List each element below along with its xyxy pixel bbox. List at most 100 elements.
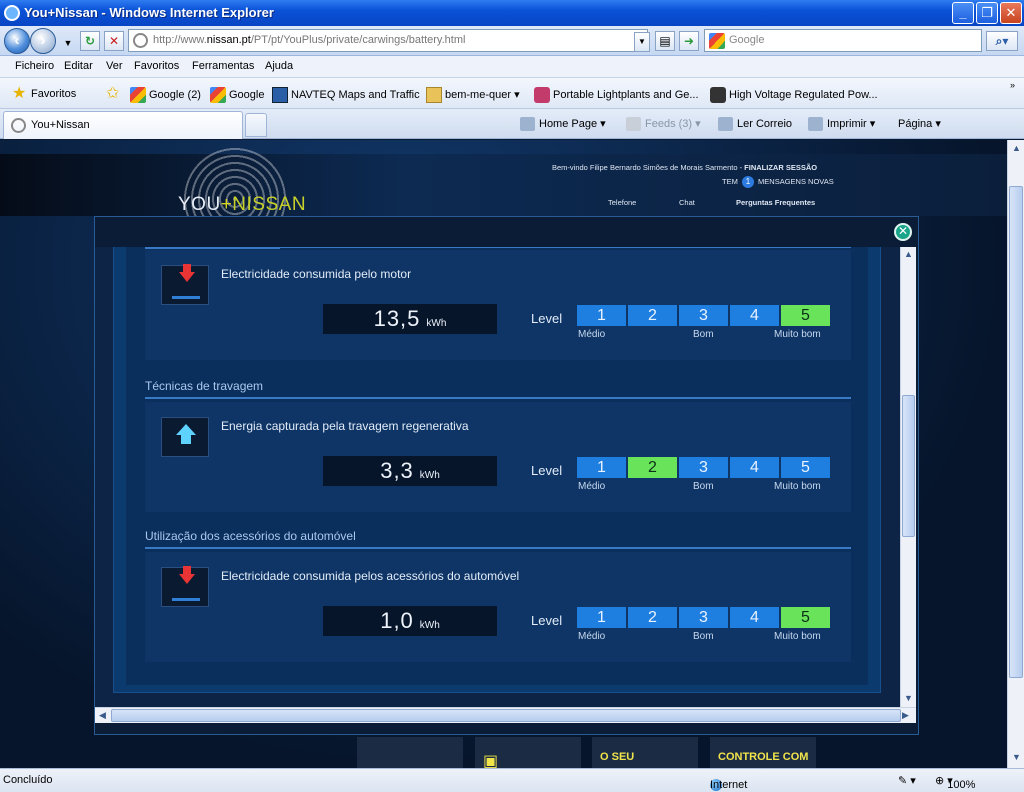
- favbar-overflow-icon[interactable]: »: [1010, 80, 1015, 90]
- tab-you-nissan[interactable]: You+Nissan: [3, 111, 243, 139]
- messages-text[interactable]: TEM 1 MENSAGENS NOVAS: [722, 176, 834, 188]
- scale-medio: Médio: [578, 329, 606, 340]
- home-icon: [520, 117, 535, 132]
- search-input[interactable]: Google: [704, 29, 982, 52]
- logout-link[interactable]: FINALIZAR SESSÃO: [744, 163, 817, 172]
- modal-close-button[interactable]: ✕: [894, 223, 912, 241]
- level-label: Level: [531, 463, 563, 478]
- level-label: Level: [531, 311, 563, 326]
- minimize-button[interactable]: _: [952, 2, 974, 24]
- menu-tools[interactable]: Ferramentas: [192, 60, 254, 72]
- card-value: 3,3 kWh: [323, 456, 497, 486]
- section-line: [145, 247, 280, 249]
- address-dropdown-icon[interactable]: ▼: [634, 32, 650, 52]
- stop-button[interactable]: ✕: [104, 31, 124, 51]
- fav-google-2[interactable]: Google (2): [130, 87, 201, 103]
- forward-button[interactable]: ›: [30, 28, 56, 54]
- scroll-right-icon[interactable]: ▶: [902, 710, 909, 721]
- scroll-up-icon[interactable]: ▲: [1012, 143, 1021, 153]
- section-title: Técnicas de travagem: [145, 379, 264, 393]
- mail-button[interactable]: Ler Correio: [718, 117, 792, 131]
- scale-medio: Médio: [578, 481, 606, 492]
- page-icon: [11, 118, 26, 133]
- scroll-up-icon[interactable]: ▲: [904, 249, 913, 259]
- url-prefix: http://www.: [153, 34, 207, 46]
- menu-file[interactable]: Ficheiro: [15, 60, 54, 72]
- card-value: 13,5 kWh: [323, 304, 497, 334]
- page-content: YOU+NISSAN Bem-vindo Filipe Bernardo Sim…: [0, 140, 1007, 768]
- promo-tile-4[interactable]: CONTROLE COM: [710, 737, 816, 768]
- level-2: 2: [628, 457, 677, 478]
- fav-navteq[interactable]: NAVTEQ Maps and Traffic: [272, 87, 420, 103]
- page-vertical-scrollbar[interactable]: ▲ ▼: [1007, 140, 1024, 768]
- fav-bem-me-quer[interactable]: bem-me-quer ▾: [426, 87, 520, 103]
- feeds-label: Feeds (3): [645, 118, 693, 130]
- fav-google[interactable]: Google: [210, 87, 264, 103]
- link-faq[interactable]: Perguntas Frequentes: [736, 198, 815, 207]
- search-button[interactable]: ⌕▾: [986, 31, 1018, 51]
- welcome-text: Bem-vindo Filipe Bernardo Simões de Mora…: [552, 163, 817, 172]
- add-star-icon: ✩: [106, 85, 120, 102]
- card-regen: Energia capturada pela travagem regenera…: [145, 402, 851, 512]
- menu-edit[interactable]: Editar: [64, 60, 93, 72]
- page-icon: [133, 33, 148, 48]
- new-tab-button[interactable]: [245, 113, 267, 137]
- level-3: 3: [679, 607, 728, 628]
- section-line: [145, 547, 851, 549]
- print-button[interactable]: Imprimir ▾: [808, 117, 875, 132]
- scroll-down-icon[interactable]: ▼: [904, 693, 913, 703]
- welcome-label: Bem-vindo Filipe Bernardo Simões de Mora…: [552, 163, 743, 172]
- navteq-icon: [272, 87, 288, 103]
- menu-favorites[interactable]: Favoritos: [134, 60, 179, 72]
- scale-muito-bom: Muito bom: [774, 631, 821, 642]
- modal-horizontal-scrollbar[interactable]: ◀ ▶: [95, 707, 916, 723]
- scroll-thumb[interactable]: [111, 709, 901, 722]
- feeds-button[interactable]: Feeds (3) ▾: [626, 117, 701, 132]
- mail-label: Ler Correio: [737, 117, 793, 130]
- menu-view[interactable]: Ver: [106, 60, 123, 72]
- window-title: You+Nissan - Windows Internet Explorer: [24, 5, 274, 20]
- promo-tile-3[interactable]: O SEU: [592, 737, 698, 768]
- scale-bom: Bom: [693, 631, 714, 642]
- scroll-left-icon[interactable]: ◀: [99, 710, 106, 721]
- go-button[interactable]: ➜: [679, 31, 699, 51]
- title-bar: You+Nissan - Windows Internet Explorer _…: [0, 0, 1024, 26]
- address-input[interactable]: http://www.nissan.pt/PT/pt/YouPlus/priva…: [128, 29, 648, 52]
- home-button[interactable]: Home Page ▾: [520, 117, 606, 132]
- promo-tile-1[interactable]: [357, 737, 463, 768]
- menu-help[interactable]: Ajuda: [265, 60, 293, 72]
- fav-label: Portable Lightplants and Ge...: [553, 88, 699, 101]
- favorites-button[interactable]: ★ Favoritos: [12, 86, 76, 102]
- protected-mode-icon[interactable]: ✎ ▾: [898, 774, 916, 787]
- compat-view-button[interactable]: ▤: [655, 31, 675, 51]
- scroll-down-icon[interactable]: ▼: [1012, 752, 1021, 762]
- link-telefone[interactable]: Telefone: [608, 198, 636, 207]
- site-icon: [534, 87, 550, 103]
- card-label: Electricidade consumida pelos acessórios…: [221, 569, 520, 583]
- level-2: 2: [628, 607, 677, 628]
- tab-label: You+Nissan: [31, 119, 90, 131]
- fav-lightplants[interactable]: Portable Lightplants and Ge...: [534, 87, 699, 103]
- tv-icon: ▣: [483, 753, 499, 768]
- zoom-control[interactable]: ⊕ 100% ▾: [935, 774, 975, 791]
- page-menu-button[interactable]: Página ▾: [898, 117, 941, 130]
- scroll-thumb[interactable]: [1009, 186, 1023, 678]
- status-bar: Concluído Internet ✎ ▾ ⊕ 100% ▾: [0, 768, 1024, 792]
- fav-label: Google: [229, 88, 265, 101]
- maximize-button[interactable]: ❐: [976, 2, 998, 24]
- scale-bom: Bom: [693, 329, 714, 340]
- close-button[interactable]: ✕: [1000, 2, 1022, 24]
- refresh-button[interactable]: ↻: [80, 31, 100, 51]
- modal-vertical-scrollbar[interactable]: ▲ ▼: [900, 247, 916, 707]
- back-button[interactable]: ‹: [4, 28, 30, 54]
- add-favorite-button[interactable]: ✩: [106, 86, 125, 102]
- status-text: Concluído: [3, 774, 53, 786]
- history-dropdown-icon[interactable]: ▼: [58, 34, 78, 54]
- scroll-thumb[interactable]: [902, 395, 915, 537]
- level-1: 1: [577, 607, 626, 628]
- fav-high-voltage[interactable]: High Voltage Regulated Pow...: [710, 87, 878, 103]
- msg-prefix: TEM: [722, 177, 738, 186]
- link-chat[interactable]: Chat: [679, 198, 695, 207]
- site-logo[interactable]: YOU+NISSAN: [178, 194, 306, 216]
- promo-tile-2[interactable]: ▣: [475, 737, 581, 768]
